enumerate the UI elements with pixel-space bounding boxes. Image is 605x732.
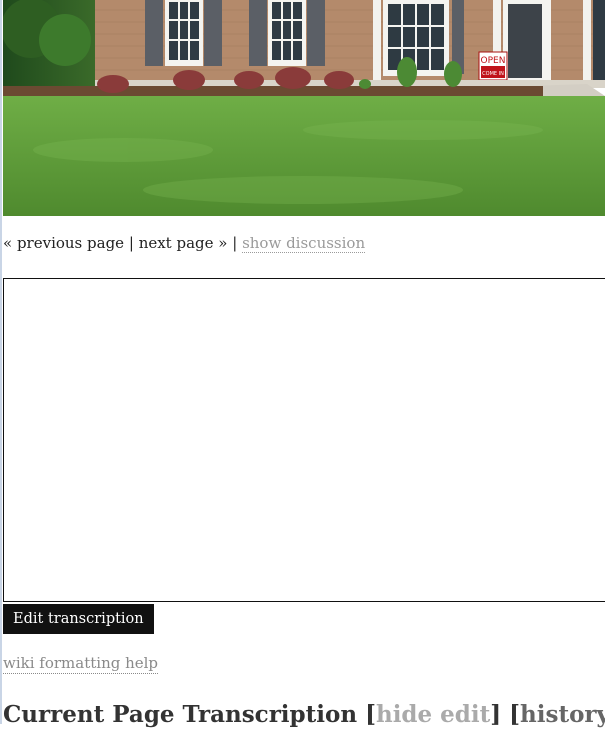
edit-transcription-button[interactable]: Edit transcription <box>3 604 154 634</box>
page-left-border <box>0 0 2 724</box>
page-navigation: « previous page | next page » | show dis… <box>3 233 366 253</box>
nav-separator: | <box>128 234 134 252</box>
show-discussion-link[interactable]: show discussion <box>242 234 366 253</box>
current-page-transcription-heading: Current Page Transcription [hide edit] [… <box>3 698 605 732</box>
next-page-link[interactable]: next page » <box>139 234 228 252</box>
nav-separator: | <box>232 234 238 252</box>
sign-subtext: COME IN <box>482 71 504 77</box>
transcription-textarea[interactable] <box>3 278 605 602</box>
wiki-formatting-help-link[interactable]: wiki formatting help <box>3 653 159 674</box>
page-image: OPEN COME IN <box>3 0 605 216</box>
sign-text: OPEN <box>481 56 506 66</box>
previous-page-link[interactable]: « previous page <box>3 234 124 252</box>
